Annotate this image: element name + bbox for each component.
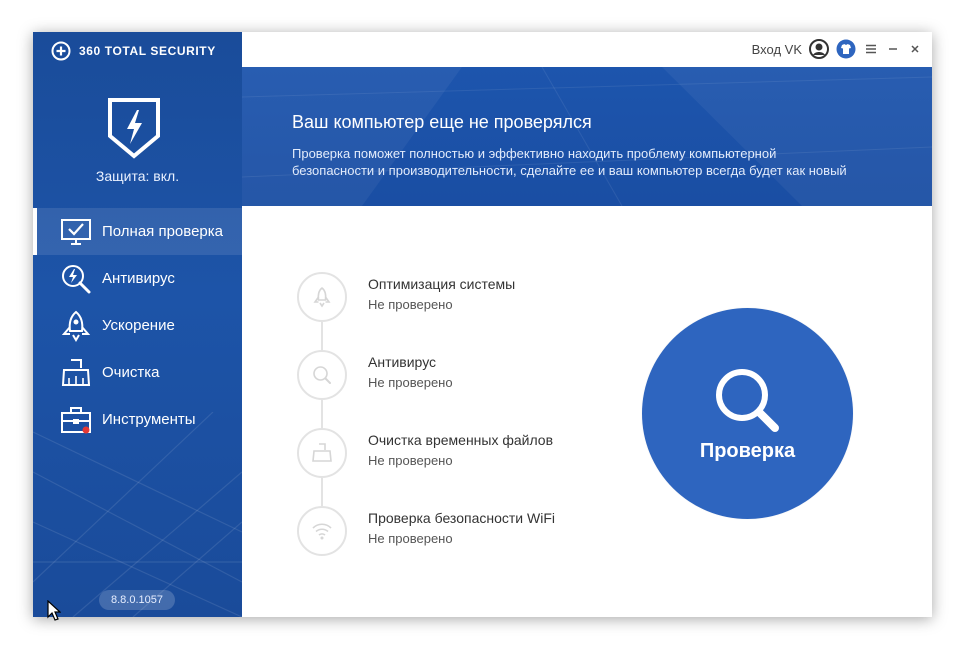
notification-dot: [82, 426, 90, 434]
banner-background-pattern: [242, 67, 932, 206]
sidebar: 360 TOTAL SECURITY Защита: вкл. Полная п…: [33, 32, 242, 617]
rocket-icon: [313, 286, 331, 308]
sidebar-item-label: Очистка: [102, 364, 160, 381]
sidebar-item-full-scan[interactable]: Полная проверка: [33, 208, 242, 255]
toolbox-icon: [61, 407, 91, 434]
monitor-check-icon: [61, 219, 91, 245]
check-item-optimization: Оптимизация системы Не проверено: [297, 272, 637, 322]
sidebar-item-cleanup[interactable]: Очистка: [33, 349, 242, 396]
check-title: Очистка временных файлов: [368, 432, 554, 448]
sidebar-item-speedup[interactable]: Ускорение: [33, 302, 242, 349]
check-item-temp-files: Очистка временных файлов Не проверено: [297, 428, 637, 478]
check-status: Не проверено: [368, 375, 453, 390]
search-icon: [313, 366, 331, 384]
check-icon-circle: [297, 272, 347, 322]
banner-title: Ваш компьютер еще не проверялся: [292, 112, 592, 132]
check-icon-circle: [297, 428, 347, 478]
check-item-wifi: Проверка безопасности WiFi Не проверено: [297, 506, 637, 556]
sidebar-item-label: Инструменты: [102, 411, 196, 428]
sidebar-item-tools[interactable]: Инструменты: [33, 396, 242, 443]
check-status: Не проверено: [368, 453, 453, 468]
banner-description: Проверка поможет полностью и эффективно …: [292, 146, 847, 178]
brand-name: 360 TOTAL SECURITY: [79, 44, 216, 58]
scan-button-label: Проверка: [699, 440, 796, 462]
scan-button[interactable]: Проверка: [642, 308, 853, 519]
sidebar-menu: Полная проверка Антивирус Ускорение Очис…: [33, 208, 242, 443]
check-status: Не проверено: [368, 531, 453, 546]
user-avatar-button[interactable]: [808, 38, 830, 60]
search-icon: [716, 369, 779, 432]
connector-line: [321, 478, 323, 506]
check-title: Проверка безопасности WiFi: [368, 510, 555, 526]
check-status: Не проверено: [368, 297, 453, 312]
minimize-button[interactable]: [882, 38, 904, 60]
logo-plus-icon: [51, 41, 71, 61]
magnifier-bolt-icon: [62, 265, 91, 294]
menu-button[interactable]: [860, 38, 882, 60]
rocket-icon: [61, 310, 91, 342]
title-bar: Вход VK: [242, 32, 932, 67]
check-title: Антивирус: [368, 354, 437, 370]
connector-line: [321, 322, 323, 350]
minimize-icon: [889, 48, 897, 50]
app-window: 360 TOTAL SECURITY Защита: вкл. Полная п…: [33, 32, 932, 617]
close-icon: [911, 45, 919, 53]
mouse-cursor-icon: [47, 600, 61, 621]
check-item-antivirus: Антивирус Не проверено: [297, 350, 637, 400]
check-icon-circle: [297, 506, 347, 556]
hamburger-icon: [866, 44, 876, 54]
login-link[interactable]: Вход VK: [752, 42, 802, 57]
protection-status: Защита: вкл.: [95, 168, 180, 184]
sidebar-item-antivirus[interactable]: Антивирус: [33, 255, 242, 302]
user-icon: [809, 39, 829, 59]
close-button[interactable]: [904, 38, 926, 60]
connector-line: [321, 400, 323, 428]
skin-button[interactable]: [835, 38, 857, 60]
wifi-icon: [312, 523, 332, 540]
broom-icon: [61, 359, 91, 386]
check-icon-circle: [297, 350, 347, 400]
tshirt-icon: [836, 39, 856, 59]
broom-icon: [312, 443, 332, 462]
status-banner: Ваш компьютер еще не проверялся Проверка…: [242, 67, 932, 206]
sidebar-item-label: Ускорение: [102, 317, 175, 334]
version-badge: 8.8.0.1057: [99, 590, 175, 610]
check-title: Оптимизация системы: [368, 276, 516, 292]
sidebar-item-label: Антивирус: [102, 270, 175, 287]
shield-icon: [106, 96, 162, 165]
sidebar-item-label: Полная проверка: [102, 223, 223, 240]
brand-logo: 360 TOTAL SECURITY: [51, 41, 216, 61]
